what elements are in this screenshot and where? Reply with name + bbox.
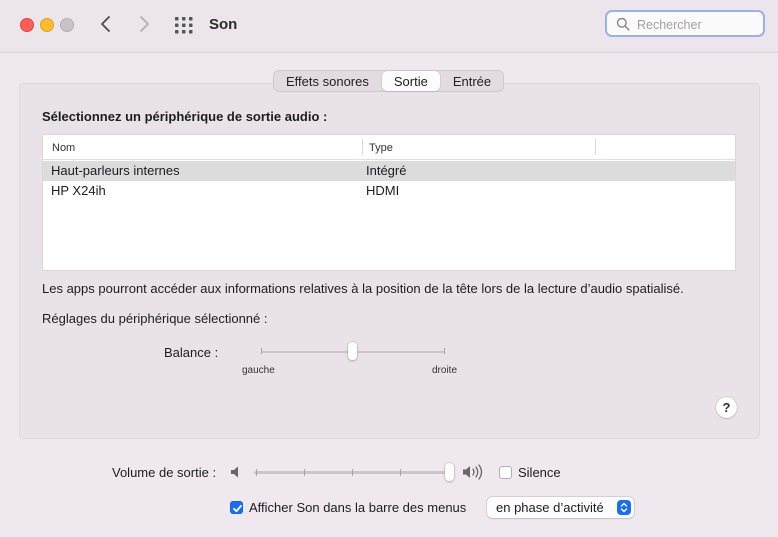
slider-tick xyxy=(256,469,257,476)
close-window-button[interactable] xyxy=(20,18,34,32)
table-header: Nom Type xyxy=(43,135,735,160)
tab-effets-sonores[interactable]: Effets sonores xyxy=(274,71,381,91)
speaker-high-icon xyxy=(463,464,483,480)
column-header-name[interactable]: Nom xyxy=(52,142,75,154)
device-name: Haut-parleurs internes xyxy=(51,163,180,178)
show-in-menubar-label: Afficher Son dans la barre des menus xyxy=(249,500,467,515)
device-settings-label: Réglages du périphérique sélectionné : xyxy=(42,311,268,326)
show-all-button[interactable] xyxy=(174,15,194,35)
column-divider xyxy=(595,139,596,155)
tab-sortie[interactable]: Sortie xyxy=(381,71,440,91)
search-input[interactable] xyxy=(635,15,765,35)
chevron-left-icon xyxy=(101,16,110,32)
search-field[interactable] xyxy=(605,10,765,37)
tab-entree[interactable]: Entrée xyxy=(441,71,503,91)
chevron-right-icon xyxy=(140,16,149,32)
column-header-type[interactable]: Type xyxy=(369,142,393,154)
chevron-up-down-icon xyxy=(620,502,628,513)
select-value: en phase d’activité xyxy=(496,500,604,515)
slider-tick xyxy=(400,469,401,476)
window-title: Son xyxy=(209,16,238,33)
show-in-menubar-checkbox[interactable] xyxy=(230,501,243,514)
balance-right-label: droite xyxy=(432,365,458,376)
slider-tick xyxy=(304,469,305,476)
device-type: HDMI xyxy=(366,183,400,198)
balance-left-label: gauche xyxy=(242,365,275,376)
silence-label: Silence xyxy=(518,465,561,480)
spatial-audio-info: Les apps pourront accéder aux informatio… xyxy=(42,281,684,296)
minimize-window-button[interactable] xyxy=(40,18,54,32)
help-button[interactable]: ? xyxy=(716,397,737,418)
grid-icon xyxy=(175,17,193,34)
slider-tick xyxy=(444,348,445,354)
slider-tick xyxy=(261,348,262,354)
tab-bar: Effets sonores Sortie Entrée xyxy=(273,70,505,92)
output-device-table: Nom Type Haut-parleurs internes Intégré … xyxy=(42,134,736,271)
device-name: HP X24ih xyxy=(51,183,106,198)
window-toolbar: Son xyxy=(0,0,778,53)
section-title: Sélectionnez un périphérique de sortie a… xyxy=(42,109,328,124)
slider-tick xyxy=(352,469,353,476)
forward-button[interactable] xyxy=(132,12,156,36)
search-icon xyxy=(616,17,630,31)
back-button[interactable] xyxy=(94,12,118,36)
output-volume-knob[interactable] xyxy=(445,463,454,481)
speaker-low-icon xyxy=(231,466,238,478)
column-divider xyxy=(362,139,363,155)
table-row[interactable]: Haut-parleurs internes Intégré xyxy=(43,161,735,181)
table-row[interactable]: HP X24ih HDMI xyxy=(43,181,735,201)
menubar-visibility-select[interactable]: en phase d’activité xyxy=(487,497,634,518)
select-arrows xyxy=(617,500,631,515)
device-type: Intégré xyxy=(366,163,407,178)
balance-slider-knob[interactable] xyxy=(348,342,357,360)
zoom-window-button[interactable] xyxy=(60,18,74,32)
silence-checkbox[interactable] xyxy=(499,466,512,479)
balance-label: Balance : xyxy=(164,345,219,360)
checkmark-icon xyxy=(233,504,242,513)
output-volume-label: Volume de sortie : xyxy=(112,465,217,480)
